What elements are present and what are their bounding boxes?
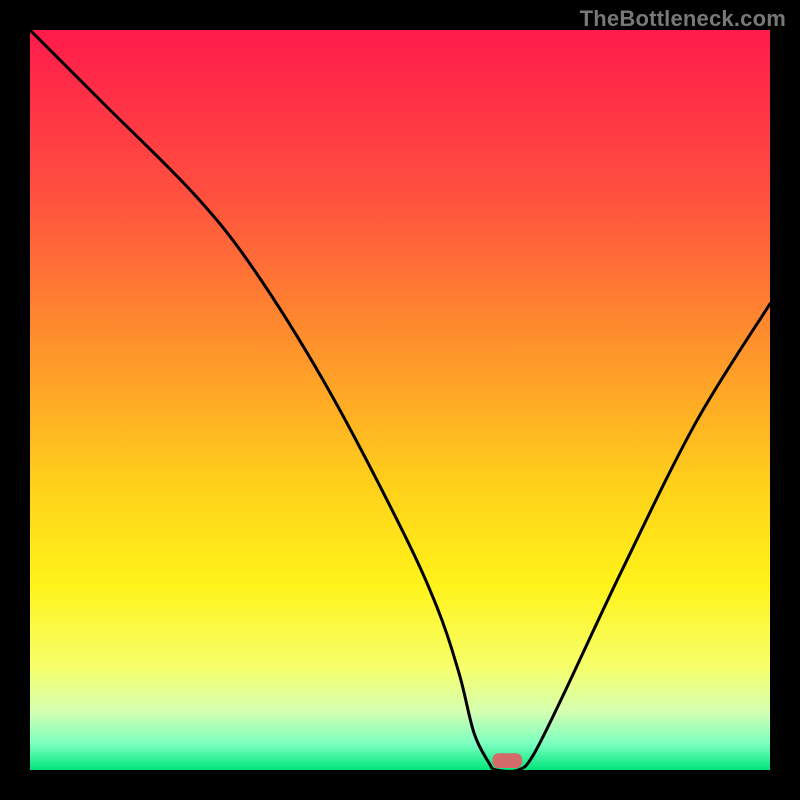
- optimal-marker: [493, 753, 523, 768]
- watermark-text: TheBottleneck.com: [580, 6, 786, 32]
- plot-area: [30, 30, 770, 770]
- chart-frame: TheBottleneck.com: [0, 0, 800, 800]
- chart-svg: [30, 30, 770, 770]
